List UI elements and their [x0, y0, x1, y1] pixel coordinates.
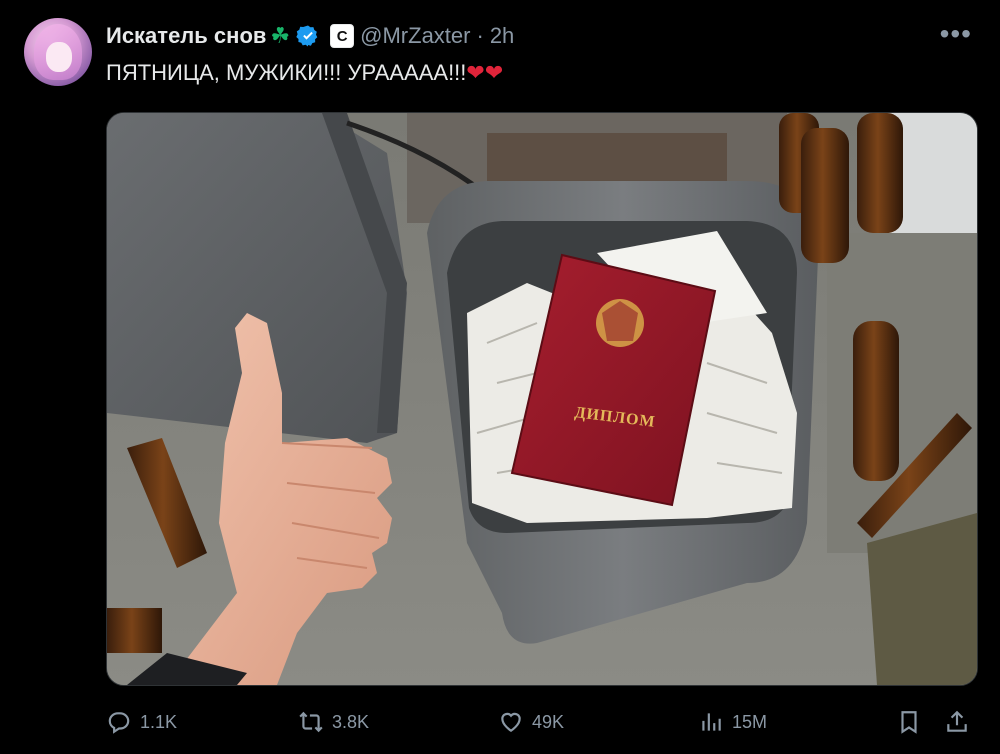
- like-count: 49K: [532, 711, 565, 732]
- retweet-button[interactable]: 3.8K: [298, 706, 369, 738]
- handle[interactable]: @MrZaxter: [360, 23, 470, 49]
- retweet-count: 3.8K: [332, 711, 370, 732]
- avatar[interactable]: [24, 18, 92, 86]
- views-chart-icon: [702, 713, 721, 731]
- media-illustration: [107, 113, 977, 685]
- reply-button[interactable]: 1.1K: [106, 706, 177, 738]
- affiliate-badge-label: C: [336, 27, 348, 45]
- shamrock-emoji: ☘: [270, 23, 291, 48]
- bookmark-icon: [901, 711, 917, 734]
- views-count: 15M: [732, 711, 768, 732]
- share-icon: [947, 710, 967, 732]
- like-button[interactable]: 49K: [498, 706, 564, 738]
- reply-count: 1.1K: [140, 711, 178, 732]
- separator-dot: ·: [476, 23, 484, 48]
- tweet-media-image[interactable]: ДИПЛОМ: [106, 112, 978, 686]
- reply-icon: [108, 712, 130, 734]
- avatar-face: [46, 42, 72, 72]
- bookmark-button[interactable]: [896, 706, 922, 738]
- tweet-header: Искатель снов ☘ C @MrZaxter · 2h: [106, 20, 514, 52]
- affiliate-badge[interactable]: C: [330, 24, 355, 48]
- display-name[interactable]: Искатель снов: [106, 23, 266, 49]
- heart-icon: [501, 712, 521, 732]
- views-button[interactable]: 15M: [698, 706, 767, 738]
- timestamp[interactable]: 2h: [490, 23, 514, 49]
- retweet-icon: [299, 711, 323, 733]
- action-bar: 1.1K 3.8K 49K 15M: [106, 706, 976, 738]
- tweet-card[interactable]: Искатель снов ☘ C @MrZaxter · 2h ••• ПЯТ…: [0, 0, 1000, 754]
- verified-badge-icon: [296, 25, 318, 47]
- more-dots-icon[interactable]: •••: [940, 20, 972, 48]
- tweet-text-body: ПЯТНИЦА, МУЖИКИ!!! УРААААА!!!: [106, 60, 467, 85]
- heart-emojis: ❤❤: [466, 60, 504, 85]
- tweet-text: ПЯТНИЦА, МУЖИКИ!!! УРААААА!!!❤❤: [106, 60, 503, 86]
- share-button[interactable]: [944, 706, 970, 738]
